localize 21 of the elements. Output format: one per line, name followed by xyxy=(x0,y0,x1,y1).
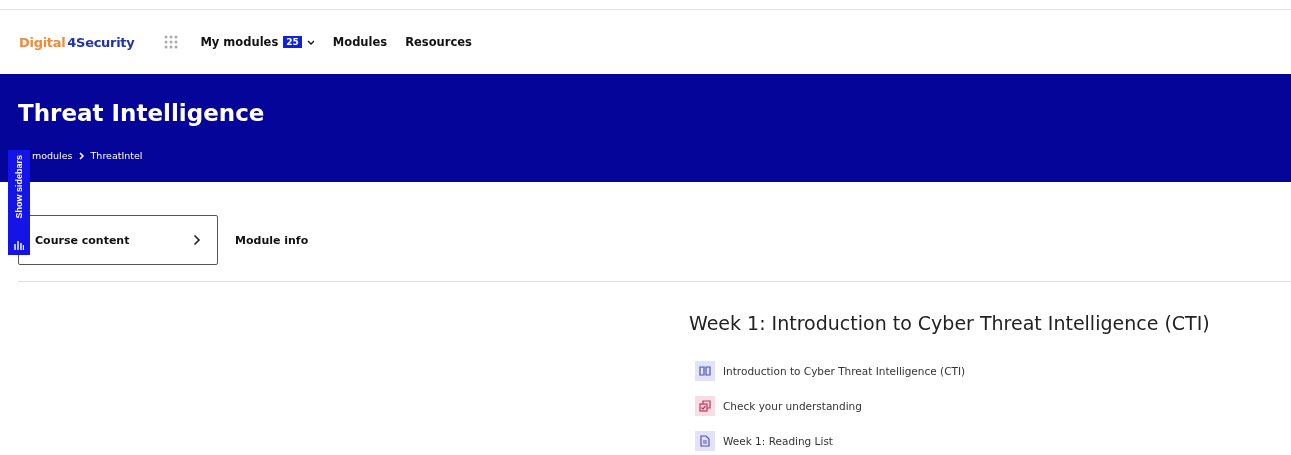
chevron-down-icon xyxy=(306,39,315,45)
show-sidebars-button[interactable]: Show sidebars xyxy=(8,150,30,255)
nav-link[interactable]: Resources xyxy=(405,35,472,49)
app-grid-icon[interactable] xyxy=(164,35,179,49)
quiz-icon xyxy=(695,396,715,416)
nav-link[interactable]: My modules 25 xyxy=(200,35,315,49)
page-title: Threat Intelligence xyxy=(18,100,266,126)
book-icon xyxy=(695,361,715,381)
section-title: Week 1: Introduction to Cyber Threat Intelligence (CTI) xyxy=(689,312,1211,334)
chevron-right-icon xyxy=(78,151,85,160)
breadcrumb-link[interactable]: ThreatIntel xyxy=(90,150,143,161)
bar-chart-icon xyxy=(14,240,24,250)
count-badge: 25 xyxy=(283,36,302,48)
breadcrumb-link[interactable]: modules xyxy=(32,150,73,161)
logo[interactable]: Digital4Security xyxy=(19,34,135,50)
chevron-right-icon xyxy=(193,234,201,246)
nav-link[interactable]: Modules xyxy=(332,35,388,49)
activity-link[interactable]: Check your understanding xyxy=(723,400,862,412)
activity-link[interactable]: Introduction to Cyber Threat Intelligence (CTI) xyxy=(723,365,966,377)
page-icon xyxy=(695,431,715,451)
activity-link[interactable]: Week 1: Reading List xyxy=(723,435,833,447)
